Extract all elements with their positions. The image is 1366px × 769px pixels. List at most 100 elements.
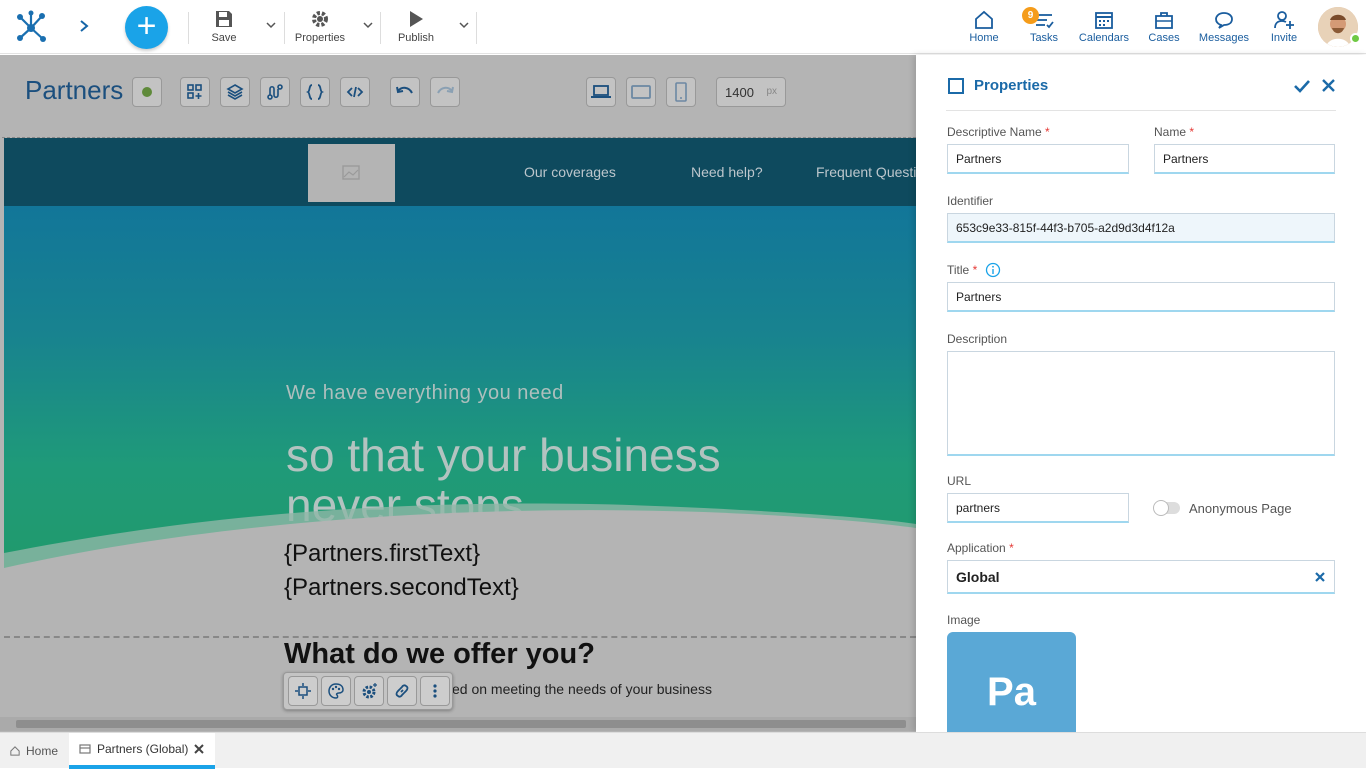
url-field[interactable]: partners <box>947 493 1129 523</box>
layers-button[interactable] <box>220 77 250 107</box>
save-button[interactable]: Save <box>204 6 244 44</box>
site-logo-placeholder[interactable] <box>308 144 395 202</box>
descriptive-name-field[interactable]: Partners <box>947 144 1129 174</box>
add-user-icon <box>1264 8 1304 32</box>
name-field[interactable]: Partners <box>1154 144 1335 174</box>
application-label: Application * <box>947 541 1014 555</box>
app-logo-icon[interactable] <box>12 8 50 46</box>
laptop-icon <box>591 85 611 98</box>
tablet-icon <box>631 85 651 99</box>
link-icon <box>395 684 409 698</box>
play-icon <box>396 6 436 32</box>
close-tab-icon[interactable] <box>194 744 205 754</box>
title-field[interactable]: Partners <box>947 282 1335 312</box>
menu-item-frequent-questions[interactable]: Frequent Questi <box>816 164 916 180</box>
page-image-thumbnail[interactable]: Pa <box>947 632 1076 742</box>
properties-panel: Properties Descriptive Name * Partners N… <box>916 55 1366 742</box>
horizontal-scrollbar[interactable] <box>0 717 916 731</box>
tablet-view-button[interactable] <box>626 77 656 107</box>
flow-button[interactable] <box>260 77 290 107</box>
style-button[interactable] <box>321 676 351 706</box>
application-field[interactable]: Global <box>947 560 1335 594</box>
menu-item-our-coverages[interactable]: Our coverages <box>524 164 616 180</box>
mobile-view-button[interactable] <box>666 77 696 107</box>
nav-home[interactable]: Home <box>964 8 1004 44</box>
redo-icon <box>437 86 454 94</box>
chevron-right-icon[interactable] <box>76 16 92 36</box>
braces-icon <box>306 84 324 100</box>
second-text-placeholder[interactable]: {Partners.secondText} <box>284 574 519 602</box>
hero-subtitle[interactable]: We have everything you need <box>286 382 564 405</box>
save-dropdown-chevron-icon[interactable] <box>265 18 277 30</box>
name-label: Name * <box>1154 125 1194 139</box>
gear-icon <box>292 6 348 32</box>
properties-button[interactable]: Properties <box>292 6 348 44</box>
tasks-count-badge: 9 <box>1022 7 1039 24</box>
menu-item-need-help[interactable]: Need help? <box>691 164 763 180</box>
description-textarea[interactable] <box>947 351 1335 456</box>
nav-cases-label: Cases <box>1148 32 1180 44</box>
gear-sparkle-icon <box>362 683 377 699</box>
info-icon[interactable] <box>985 262 1001 278</box>
flow-icon <box>267 84 283 100</box>
nav-messages[interactable]: Messages <box>1198 8 1250 44</box>
publish-label: Publish <box>397 32 435 44</box>
publish-button[interactable]: Publish <box>396 6 436 44</box>
anonymous-page-toggle[interactable] <box>1153 500 1180 516</box>
identifier-label: Identifier <box>947 194 994 208</box>
title-label-text: Title <box>947 263 970 277</box>
link-button[interactable] <box>387 676 417 706</box>
online-status-dot <box>1350 33 1361 44</box>
application-label-text: Application <box>947 541 1006 555</box>
panel-header: Properties <box>946 77 1336 111</box>
required-mark: * <box>1009 541 1014 555</box>
nav-invite[interactable]: Invite <box>1264 8 1304 44</box>
clear-application-icon[interactable] <box>1315 572 1325 582</box>
first-text-placeholder[interactable]: {Partners.firstText} <box>284 540 480 568</box>
status-indicator[interactable] <box>132 77 162 107</box>
nav-home-label: Home <box>969 32 999 44</box>
title-label: Title * <box>947 263 977 277</box>
calendar-icon <box>1078 8 1130 32</box>
descriptive-name-label-text: Descriptive Name <box>947 125 1042 139</box>
description-label: Description <box>947 332 1008 346</box>
confirm-check-icon[interactable] <box>1294 79 1310 93</box>
move-button[interactable] <box>288 676 318 706</box>
page-title: Partners <box>25 75 124 105</box>
tab-partners-label: Partners (Global) <box>97 742 189 756</box>
width-input[interactable]: 1400 px <box>716 77 786 107</box>
page-editor: Partners 1400 px We have everything you n… <box>0 55 916 732</box>
editor-toolbar: Partners 1400 px <box>0 55 916 127</box>
nav-calendars[interactable]: Calendars <box>1078 8 1130 44</box>
tab-home[interactable]: Home <box>0 733 68 769</box>
add-button[interactable]: + <box>125 6 168 49</box>
undo-button[interactable] <box>390 77 420 107</box>
home-icon <box>964 8 1004 32</box>
nav-cases[interactable]: Cases <box>1144 8 1184 44</box>
required-mark: * <box>972 263 978 277</box>
page-icon <box>79 744 91 754</box>
identifier-field[interactable]: 653c9e33-815f-44f3-b705-a2d9d3d4f12a <box>947 213 1335 243</box>
properties-dropdown-chevron-icon[interactable] <box>362 18 374 30</box>
scrollbar-thumb[interactable] <box>16 720 906 728</box>
code-braces-button[interactable] <box>300 77 330 107</box>
components-button[interactable] <box>180 77 210 107</box>
toggle-knob <box>1153 500 1169 516</box>
desktop-view-button[interactable] <box>586 77 616 107</box>
width-unit: px <box>766 86 777 97</box>
tab-partners-global[interactable]: Partners (Global) <box>69 733 215 769</box>
redo-button[interactable] <box>430 77 460 107</box>
descriptive-name-label: Descriptive Name * <box>947 125 1050 139</box>
html-code-button[interactable] <box>340 77 370 107</box>
toolbar-divider <box>284 12 285 44</box>
top-toolbar: + Save Properties Publish Home Tasks 9 C… <box>0 0 1366 54</box>
close-icon[interactable] <box>1322 79 1335 92</box>
design-canvas[interactable]: We have everything you need so that your… <box>2 137 916 717</box>
nav-invite-label: Invite <box>1270 32 1298 44</box>
element-settings-button[interactable] <box>354 676 384 706</box>
publish-dropdown-chevron-icon[interactable] <box>458 18 470 30</box>
offer-heading[interactable]: What do we offer you? <box>284 638 595 671</box>
site-header[interactable]: Our coverages Need help? Frequent Questi <box>4 138 916 206</box>
toolbar-divider <box>188 12 189 44</box>
more-options-button[interactable] <box>420 676 450 706</box>
